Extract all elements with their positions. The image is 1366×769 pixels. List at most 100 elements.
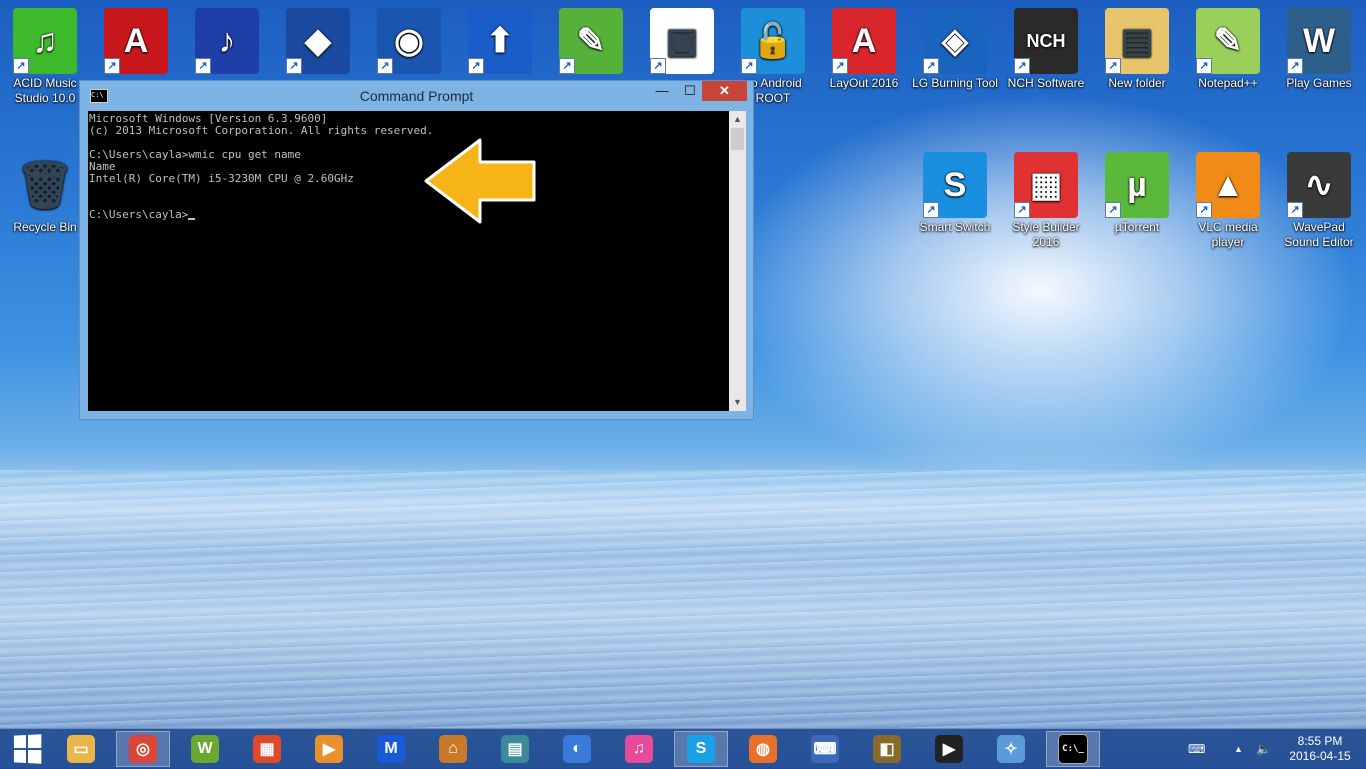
taskbar-video-player[interactable]: ▶ bbox=[922, 731, 976, 767]
desktop-icon-notepad-plus-plus[interactable]: ✎ ↗ Notepad++ bbox=[1184, 2, 1272, 91]
desktop-icon-vlc-media-player[interactable]: ▲ ↗ VLC media player bbox=[1184, 146, 1272, 250]
android-root-icon: 🔓 ↗ bbox=[741, 8, 805, 74]
new-folder-icon: ▤ ↗ bbox=[1105, 8, 1169, 74]
skype-icon: S bbox=[687, 735, 715, 763]
taskbar-winzip[interactable]: W bbox=[178, 731, 232, 767]
firefox-icon: ◍ bbox=[749, 735, 777, 763]
shortcut-arrow-icon: ↗ bbox=[559, 58, 575, 74]
taskbar-bird-app[interactable]: ◐ bbox=[550, 731, 604, 767]
desktop-icon-play-games[interactable]: W ↗ Play Games bbox=[1275, 2, 1363, 91]
desktop-icon-app-4[interactable]: ◆ ↗ bbox=[274, 2, 362, 76]
desktop-icon-nch-software[interactable]: NCH ↗ NCH Software bbox=[1002, 2, 1090, 91]
desktop-icon-evernote[interactable]: ✎ ↗ bbox=[547, 2, 635, 76]
desktop-icon-utorrent[interactable]: µ ↗ µTorrent bbox=[1093, 146, 1181, 235]
desktop-icon-lg-burning-tool[interactable]: ◈ ↗ LG Burning Tool bbox=[911, 2, 999, 91]
wavepad-sound-editor-icon: ∿ ↗ bbox=[1287, 152, 1351, 218]
taskbar-ms-office[interactable]: ▦ bbox=[240, 731, 294, 767]
window-titlebar[interactable]: C:\ Command Prompt — ☐ ✕ bbox=[80, 81, 753, 111]
taskbar-app-bank[interactable]: ⌂ bbox=[426, 731, 480, 767]
desktop-icon-smart-switch[interactable]: S ↗ Smart Switch bbox=[911, 146, 999, 235]
shortcut-arrow-icon: ↗ bbox=[1287, 58, 1303, 74]
desktop-icon-adobe-reader[interactable]: A ↗ bbox=[92, 2, 180, 76]
shortcut-arrow-icon: ↗ bbox=[1014, 202, 1030, 218]
desktop-icon-audacity[interactable]: ♪ ↗ bbox=[183, 2, 271, 76]
desktop-icon-app-5[interactable]: ◉ ↗ bbox=[365, 2, 453, 76]
safari-app-icon: ✧ bbox=[997, 735, 1025, 763]
film-app-icon: ▤ bbox=[501, 735, 529, 763]
taskbar-film-app[interactable]: ▤ bbox=[488, 731, 542, 767]
desktop-icon-label: Notepad++ bbox=[1198, 76, 1258, 90]
chrome-icon: ◎ bbox=[129, 735, 157, 763]
system-clock[interactable]: 8:55 PM 2016-04-15 bbox=[1280, 734, 1360, 764]
icon-glyph: 🗑 bbox=[15, 158, 75, 211]
shortcut-arrow-icon: ↗ bbox=[195, 58, 211, 74]
console-output[interactable]: Microsoft Windows [Version 6.3.9600] (c) … bbox=[88, 111, 729, 411]
nch-software-icon: NCH ↗ bbox=[1014, 8, 1078, 74]
shortcut-arrow-icon: ↗ bbox=[104, 58, 120, 74]
desktop-icon-label: µTorrent bbox=[1114, 220, 1160, 234]
desktop-icon-style-builder-2016[interactable]: ▦ ↗ Style Builder 2016 bbox=[1002, 146, 1090, 250]
desktop-icon-label: WavePad Sound Editor bbox=[1284, 220, 1354, 249]
layout-2016-icon: A ↗ bbox=[832, 8, 896, 74]
shortcut-arrow-icon: ↗ bbox=[832, 58, 848, 74]
shortcut-arrow-icon: ↗ bbox=[1105, 58, 1121, 74]
desktop-icon-recycle-bin[interactable]: 🗑 Recycle Bin bbox=[1, 146, 89, 235]
taskbar: ▭ ◎ W ▦ ▶ M ⌂ ▤ ◐ ♫ S ◍ ⌨ ◧ ▶ ✧ C:\_ ⌨ ▲ 🔈 8:55 PM 2016-… bbox=[0, 728, 1366, 769]
command-prompt-window[interactable]: C:\ Command Prompt — ☐ ✕ Microsoft Windo… bbox=[79, 80, 754, 420]
taskbar-remote-app[interactable]: ⌨ bbox=[798, 731, 852, 767]
touch-keyboard-icon[interactable]: ⌨ bbox=[1188, 729, 1205, 769]
desktop-icon-label: VLC media player bbox=[1198, 220, 1258, 249]
taskbar-command-prompt[interactable]: C:\_ bbox=[1046, 731, 1100, 767]
taskbar-itunes[interactable]: ♫ bbox=[612, 731, 666, 767]
app-6-icon: ⬆ ↗ bbox=[468, 8, 532, 74]
taskbar-malwarebytes[interactable]: M bbox=[364, 731, 418, 767]
taskbar-webcam-app[interactable]: ◧ bbox=[860, 731, 914, 767]
desktop-icon-wavepad-sound-editor[interactable]: ∿ ↗ WavePad Sound Editor bbox=[1275, 146, 1363, 250]
start-button[interactable] bbox=[0, 731, 54, 767]
shortcut-arrow-icon: ↗ bbox=[741, 58, 757, 74]
clock-date: 2016-04-15 bbox=[1289, 749, 1351, 763]
taskbar-firefox[interactable]: ◍ bbox=[736, 731, 790, 767]
taskbar-chrome[interactable]: ◎ bbox=[116, 731, 170, 767]
taskbar-skype[interactable]: S bbox=[674, 731, 728, 767]
shortcut-arrow-icon: ↗ bbox=[286, 58, 302, 74]
shortcut-arrow-icon: ↗ bbox=[1196, 202, 1212, 218]
close-button[interactable]: ✕ bbox=[702, 81, 747, 101]
console-line: (c) 2013 Microsoft Corporation. All righ… bbox=[89, 124, 434, 137]
acid-music-studio-icon: ♫ ↗ bbox=[13, 8, 77, 74]
text-cursor bbox=[188, 218, 196, 220]
desktop-icon-label: Recycle Bin bbox=[13, 220, 77, 234]
desktop-icon-label: LayOut 2016 bbox=[829, 76, 899, 90]
desktop-icon-acid-music-studio[interactable]: ♫ ↗ ACID Music Studio 10.0 bbox=[1, 2, 89, 106]
itunes-icon: ♫ bbox=[625, 735, 653, 763]
maximize-button[interactable]: ☐ bbox=[676, 81, 704, 101]
vertical-scrollbar[interactable]: ▲ ▼ bbox=[729, 111, 746, 411]
scroll-down-button[interactable]: ▼ bbox=[729, 394, 746, 411]
taskbar-media-app[interactable]: ▶ bbox=[302, 731, 356, 767]
desktop-icon-intel-appup[interactable]: ▣ ↗ bbox=[638, 2, 726, 76]
shortcut-arrow-icon: ↗ bbox=[1105, 202, 1121, 218]
tray-chevron-icon[interactable]: ▲ bbox=[1234, 729, 1243, 769]
adobe-reader-icon: A ↗ bbox=[104, 8, 168, 74]
taskbar-file-explorer[interactable]: ▭ bbox=[54, 731, 108, 767]
notepad-plus-plus-icon: ✎ ↗ bbox=[1196, 8, 1260, 74]
scroll-up-button[interactable]: ▲ bbox=[729, 111, 746, 128]
shortcut-arrow-icon: ↗ bbox=[377, 58, 393, 74]
desktop-icon-layout-2016[interactable]: A ↗ LayOut 2016 bbox=[820, 2, 908, 91]
desktop-icon-label: Smart Switch bbox=[919, 220, 991, 234]
minimize-button[interactable]: — bbox=[648, 81, 676, 101]
app-bank-icon: ⌂ bbox=[439, 735, 467, 763]
scroll-thumb[interactable] bbox=[731, 128, 744, 150]
shortcut-arrow-icon: ↗ bbox=[1196, 58, 1212, 74]
desktop-icon-label: LG Burning Tool bbox=[912, 76, 998, 90]
volume-icon[interactable]: 🔈 bbox=[1256, 729, 1271, 769]
desktop-icon-label: Play Games bbox=[1286, 76, 1352, 90]
evernote-icon: ✎ ↗ bbox=[559, 8, 623, 74]
desktop-icon-new-folder[interactable]: ▤ ↗ New folder bbox=[1093, 2, 1181, 91]
console-prompt-line[interactable]: C:\Users\cayla> bbox=[89, 209, 729, 221]
yellow-arrow-annotation bbox=[424, 138, 536, 224]
desktop-icon-app-6[interactable]: ⬆ ↗ bbox=[456, 2, 544, 76]
app-4-icon: ◆ ↗ bbox=[286, 8, 350, 74]
shortcut-arrow-icon: ↗ bbox=[650, 58, 666, 74]
taskbar-safari-app[interactable]: ✧ bbox=[984, 731, 1038, 767]
